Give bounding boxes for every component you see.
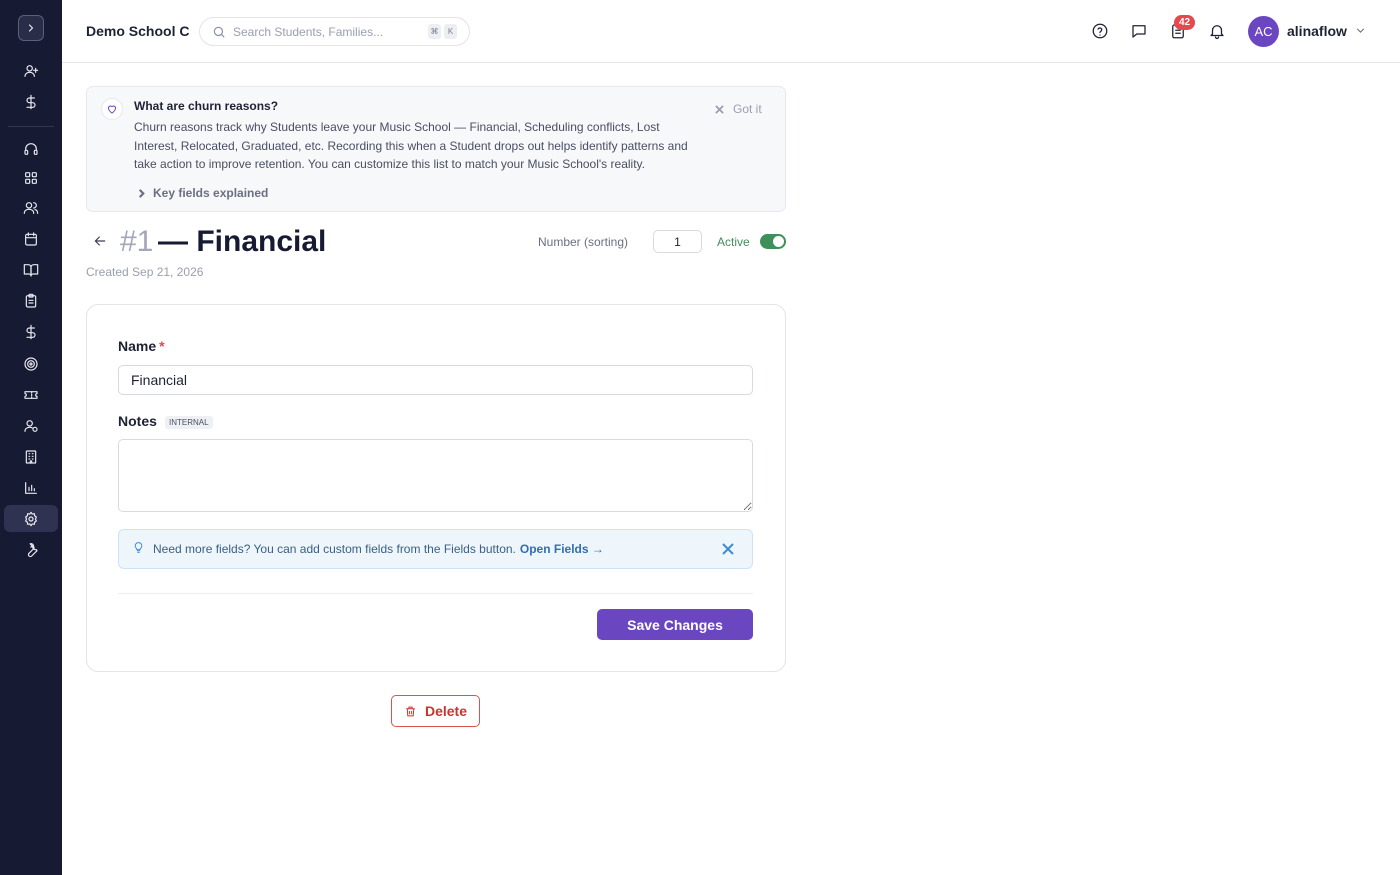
- clipboard-icon: [25, 293, 37, 308]
- name-input[interactable]: [118, 365, 753, 395]
- custom-fields-hint: Need more fields? You can add custom fie…: [118, 529, 753, 569]
- help-button[interactable]: [1089, 20, 1111, 42]
- key-fields-expander[interactable]: Key fields explained: [137, 186, 268, 200]
- help-icon: [1092, 23, 1108, 39]
- gear-icon: [25, 511, 37, 526]
- search-icon: [213, 26, 225, 38]
- dismiss-info-label: Got it: [733, 102, 762, 116]
- name-field-label: Name *: [118, 338, 165, 354]
- sidebar-item-reports[interactable]: [4, 474, 58, 501]
- chat-icon: [1132, 25, 1146, 38]
- active-label: Active: [717, 235, 750, 249]
- form-divider: [118, 593, 753, 594]
- sidebar-item-tasks[interactable]: [4, 287, 58, 314]
- book-icon: [23, 263, 39, 277]
- target-icon: [24, 356, 38, 371]
- school-name[interactable]: Demo School C: [86, 23, 189, 39]
- dismiss-info-button[interactable]: Got it: [715, 102, 762, 116]
- dollar-icon: [26, 324, 36, 339]
- close-hint-button[interactable]: [722, 543, 734, 555]
- close-icon: [722, 543, 734, 555]
- heart-shield-icon-badge: [101, 98, 123, 120]
- lightbulb-icon: [132, 541, 145, 557]
- open-fields-link[interactable]: Open Fields →: [520, 542, 604, 556]
- chevron-right-icon: [28, 24, 34, 32]
- internal-tag: INTERNAL: [165, 416, 213, 429]
- sidebar-expand-button[interactable]: [18, 15, 44, 41]
- notes-textarea[interactable]: [118, 439, 753, 512]
- user-avatar[interactable]: AC: [1248, 16, 1279, 47]
- info-banner-body: Churn reasons track why Students leave y…: [134, 120, 688, 171]
- record-number: #1: [120, 225, 154, 258]
- dollar-icon: [26, 94, 36, 109]
- chart-icon: [25, 481, 37, 494]
- sidebar-item-tickets[interactable]: [4, 381, 58, 408]
- chevron-right-icon: [138, 188, 145, 198]
- chevron-down-icon: [1356, 28, 1365, 33]
- record-title: — Financial: [158, 225, 327, 258]
- shortcut-key-k: K: [444, 24, 457, 39]
- sidebar-item-tools[interactable]: [4, 536, 58, 563]
- delete-button[interactable]: Delete: [391, 695, 480, 727]
- sidebar-item-settings[interactable]: [4, 505, 58, 532]
- sorting-number-input[interactable]: [653, 230, 702, 253]
- sidebar-item-finance[interactable]: [4, 318, 58, 345]
- hint-text: Need more fields? You can add custom fie…: [153, 542, 516, 556]
- sidebar-divider: [8, 126, 54, 127]
- user-menu-toggle[interactable]: [1354, 24, 1367, 37]
- add-user-icon: [24, 64, 39, 77]
- required-marker: *: [159, 338, 165, 354]
- heart-icon: [107, 105, 117, 114]
- arrow-left-icon: [94, 236, 106, 246]
- sidebar-item-calendar[interactable]: [4, 225, 58, 252]
- people-icon: [23, 201, 39, 214]
- user-settings-icon: [24, 419, 38, 432]
- sidebar-item-staff[interactable]: [4, 412, 58, 439]
- headset-icon: [24, 142, 38, 155]
- created-date: Created Sep 21, 2026: [86, 265, 204, 279]
- trash-icon: [406, 706, 415, 716]
- wrench-icon: [27, 542, 38, 557]
- notifications-button[interactable]: [1206, 20, 1228, 42]
- save-changes-button[interactable]: Save Changes: [597, 609, 753, 640]
- sidebar-item-locations[interactable]: [4, 443, 58, 470]
- dashboard-icon: [25, 171, 37, 184]
- churn-info-banner: What are churn reasons? Churn reasons tr…: [86, 86, 786, 212]
- top-bar: Demo School C Search Students, Families.…: [62, 0, 1400, 63]
- search-placeholder: Search Students, Families...: [233, 24, 384, 39]
- search-input[interactable]: Search Students, Families... ⌘ K: [199, 17, 470, 46]
- sidebar-item-dashboard[interactable]: [4, 164, 58, 191]
- calendar-icon: [25, 231, 37, 246]
- back-button[interactable]: [92, 233, 108, 249]
- shortcut-key-cmd: ⌘: [428, 24, 441, 39]
- notification-count-badge: 42: [1174, 15, 1195, 30]
- sorting-number-label: Number (sorting): [538, 235, 629, 249]
- info-banner-title: What are churn reasons?: [134, 99, 279, 113]
- sidebar-item-goals[interactable]: [4, 350, 58, 377]
- delete-label: Delete: [424, 703, 468, 719]
- sidebar-item-lessons[interactable]: [4, 256, 58, 283]
- key-fields-label: Key fields explained: [153, 186, 269, 200]
- sidebar-item-billing[interactable]: [4, 88, 58, 115]
- sidebar-item-support[interactable]: [4, 135, 58, 162]
- sidebar-item-students[interactable]: [4, 194, 58, 221]
- ticket-icon: [24, 390, 38, 399]
- sidebar-item-add-student[interactable]: [4, 57, 58, 84]
- close-icon: [715, 104, 724, 114]
- name-label-text: Name: [118, 338, 157, 354]
- notes-field-label: Notes: [118, 413, 157, 429]
- active-toggle[interactable]: [760, 234, 786, 249]
- sidebar: [0, 0, 62, 875]
- bell-icon: [1210, 25, 1224, 40]
- messages-button[interactable]: [1128, 20, 1150, 42]
- building-icon: [25, 449, 37, 464]
- username[interactable]: alinaflow: [1287, 23, 1347, 39]
